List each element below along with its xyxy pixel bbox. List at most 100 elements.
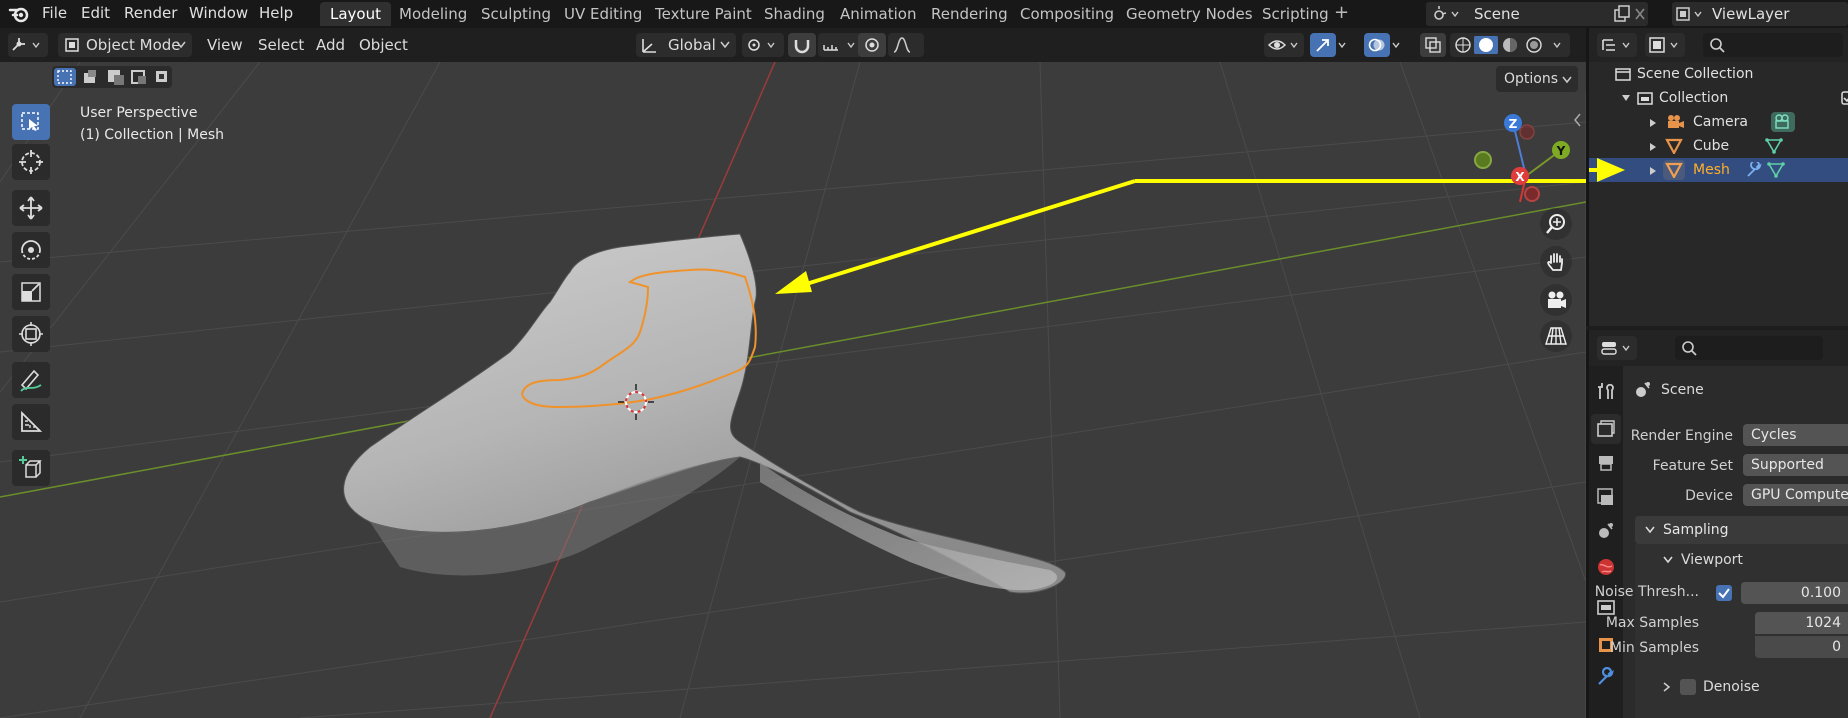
tab-sculpting[interactable]: Sculpting xyxy=(471,2,561,26)
3d-viewport[interactable]: Z Y X Options User Perspective (1) Colle… xyxy=(0,62,1586,718)
tab-modifiers[interactable] xyxy=(1591,662,1621,692)
proportional-edit-toggle[interactable] xyxy=(858,33,886,57)
max-samples-field[interactable]: 1024 xyxy=(1755,612,1848,634)
options-dropdown[interactable]: Options xyxy=(1496,66,1578,92)
gizmo-toggle[interactable] xyxy=(1310,33,1352,57)
tool-select-box[interactable] xyxy=(12,104,50,140)
mesh-data-icon[interactable] xyxy=(1767,162,1785,178)
feature-set-dropdown[interactable]: Supported xyxy=(1743,454,1848,476)
expand-arrow-icon[interactable] xyxy=(1649,118,1657,128)
scene-selector[interactable]: Scene xyxy=(1426,2,1648,26)
menu-file[interactable]: File xyxy=(42,0,67,26)
shading-mode-selector[interactable] xyxy=(1450,33,1570,57)
gizmo-neg-y-icon xyxy=(1474,151,1492,169)
mode-selector[interactable]: Object Mode xyxy=(58,33,192,57)
collection-tab-icon xyxy=(1597,600,1615,615)
viewport-subpanel-label[interactable]: Viewport xyxy=(1681,548,1743,572)
tab-layout[interactable]: Layout xyxy=(320,2,391,26)
tool-measure[interactable] xyxy=(12,404,50,440)
snap-toggle[interactable] xyxy=(788,33,816,57)
camera-view-button[interactable] xyxy=(1540,284,1572,316)
chevron-right-icon[interactable] xyxy=(1663,682,1671,692)
view-layer-selector[interactable]: ViewLayer xyxy=(1672,2,1848,26)
menu-view[interactable]: View xyxy=(207,33,243,57)
device-dropdown[interactable]: GPU Compute xyxy=(1743,484,1848,506)
menu-add[interactable]: Add xyxy=(316,33,345,57)
pivot-point-selector[interactable] xyxy=(742,33,784,57)
tab-shading[interactable]: Shading xyxy=(754,2,835,26)
tool-cursor[interactable] xyxy=(12,144,50,180)
outliner-header xyxy=(1589,28,1848,62)
tab-uv-editing[interactable]: UV Editing xyxy=(554,2,652,26)
magnet-icon xyxy=(794,40,810,54)
tab-scripting[interactable]: Scripting xyxy=(1252,2,1339,26)
tab-geometry-nodes[interactable]: Geometry Nodes xyxy=(1116,2,1263,26)
feature-set-label: Feature Set xyxy=(1652,458,1733,474)
snap-target-selector[interactable] xyxy=(818,33,862,57)
tab-tool[interactable] xyxy=(1591,376,1621,406)
transform-orientation-selector[interactable]: Global xyxy=(636,33,736,57)
tab-animation[interactable]: Animation xyxy=(830,2,926,26)
menu-select[interactable]: Select xyxy=(258,33,304,57)
render-engine-dropdown[interactable]: Cycles xyxy=(1743,424,1848,446)
menu-help[interactable]: Help xyxy=(259,0,293,26)
min-samples-field[interactable]: 0 xyxy=(1755,636,1848,658)
wrench-modifier-icon[interactable] xyxy=(1745,162,1763,178)
tab-rendering[interactable]: Rendering xyxy=(921,2,1018,26)
tab-world[interactable] xyxy=(1591,552,1621,582)
denoise-checkbox[interactable] xyxy=(1679,678,1697,696)
scene-context-icon xyxy=(1636,382,1650,397)
visibility-selector[interactable] xyxy=(1264,33,1304,57)
properties-editor-type[interactable] xyxy=(1597,336,1637,360)
perspective-toggle-button[interactable] xyxy=(1540,320,1572,352)
outliner-scene-collection[interactable]: Scene Collection xyxy=(1589,62,1848,86)
sampling-label: Sampling xyxy=(1663,522,1729,538)
falloff-selector[interactable] xyxy=(888,33,924,57)
expand-arrow-icon[interactable] xyxy=(1621,94,1631,102)
noise-threshold-checkbox[interactable] xyxy=(1715,584,1733,602)
blender-logo-icon[interactable] xyxy=(8,4,30,24)
tool-annotate[interactable] xyxy=(12,362,50,398)
tab-compositing[interactable]: Compositing xyxy=(1010,2,1124,26)
expand-arrow-icon[interactable] xyxy=(1649,142,1657,152)
menu-render[interactable]: Render xyxy=(124,0,177,26)
chevron-down-icon[interactable] xyxy=(1663,556,1673,564)
menu-object[interactable]: Object xyxy=(359,33,408,57)
outliner-panel: Scene Collection Collection Camera Cube … xyxy=(1586,28,1848,326)
collection-label: Collection xyxy=(1659,90,1729,106)
tool-transform[interactable] xyxy=(12,316,50,352)
zoom-icon xyxy=(1546,214,1565,234)
mesh-data-icon[interactable] xyxy=(1765,138,1783,154)
outliner-item-camera[interactable]: Camera xyxy=(1589,110,1848,134)
tab-modeling[interactable]: Modeling xyxy=(389,2,477,26)
zoom-button[interactable] xyxy=(1540,208,1572,240)
close-icon[interactable] xyxy=(1634,7,1646,21)
tool-add-cube[interactable] xyxy=(12,450,50,486)
selection-mode-buttons[interactable] xyxy=(52,66,172,88)
add-workspace-button[interactable]: + xyxy=(1334,0,1349,26)
tab-scene[interactable] xyxy=(1591,516,1621,546)
noise-threshold-field[interactable]: 0.100 xyxy=(1741,582,1848,604)
properties-search-input[interactable] xyxy=(1675,336,1823,360)
sampling-panel-header[interactable]: Sampling xyxy=(1635,516,1848,544)
mesh-object xyxy=(343,233,1066,594)
menu-edit[interactable]: Edit xyxy=(81,0,110,26)
overlays-toggle[interactable] xyxy=(1364,33,1406,57)
outliner-editor-type[interactable] xyxy=(1597,33,1637,57)
outliner-collection[interactable]: Collection xyxy=(1589,86,1848,110)
tool-move[interactable] xyxy=(12,190,50,226)
display-mode-selector[interactable] xyxy=(1645,33,1685,57)
copy-scene-icon[interactable] xyxy=(1614,5,1630,23)
tool-rotate[interactable] xyxy=(12,232,50,268)
pan-button[interactable] xyxy=(1540,246,1572,278)
viewport-canvas[interactable]: Z Y X xyxy=(0,62,1586,718)
editor-type-button[interactable] xyxy=(8,33,48,57)
tab-texture-paint[interactable]: Texture Paint xyxy=(645,2,762,26)
menu-window[interactable]: Window xyxy=(189,0,248,26)
outliner-search-input[interactable] xyxy=(1703,33,1843,57)
tool-scale[interactable] xyxy=(12,274,50,310)
expand-arrow-icon[interactable] xyxy=(1649,166,1657,176)
camera-data-icon[interactable] xyxy=(1771,112,1795,132)
exclude-checkbox-icon[interactable] xyxy=(1841,91,1848,105)
xray-toggle[interactable] xyxy=(1420,33,1446,57)
